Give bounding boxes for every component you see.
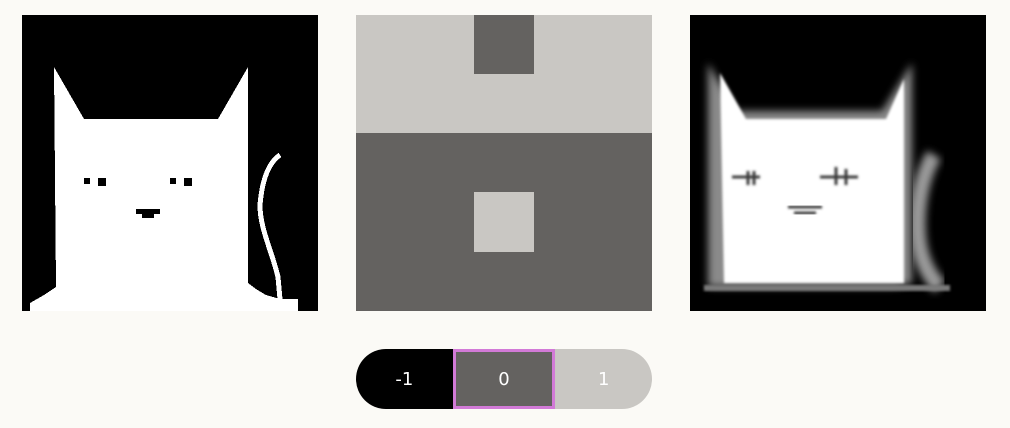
kernel-cell-top[interactable]	[474, 15, 534, 74]
input-image-panel	[22, 15, 318, 311]
option-label: 0	[498, 368, 510, 390]
kernel-filter-panel	[356, 15, 652, 311]
cat-convolved-icon	[690, 15, 986, 311]
kernel-value-selector: -1 0 1	[356, 349, 652, 409]
option-label: 1	[597, 368, 610, 390]
convolution-kernel-icon	[356, 15, 652, 311]
kernel-cell-center[interactable]	[474, 192, 534, 252]
cat-pixel-art-icon	[22, 15, 318, 311]
convolution-demo: -1 0 1	[0, 0, 1010, 428]
kernel-value-option-minus-one[interactable]: -1	[356, 349, 453, 409]
kernel-value-option-one[interactable]: 1	[555, 349, 652, 409]
kernel-value-option-zero[interactable]: 0	[452, 349, 556, 409]
option-label: -1	[395, 368, 414, 390]
output-image-panel	[690, 15, 986, 311]
